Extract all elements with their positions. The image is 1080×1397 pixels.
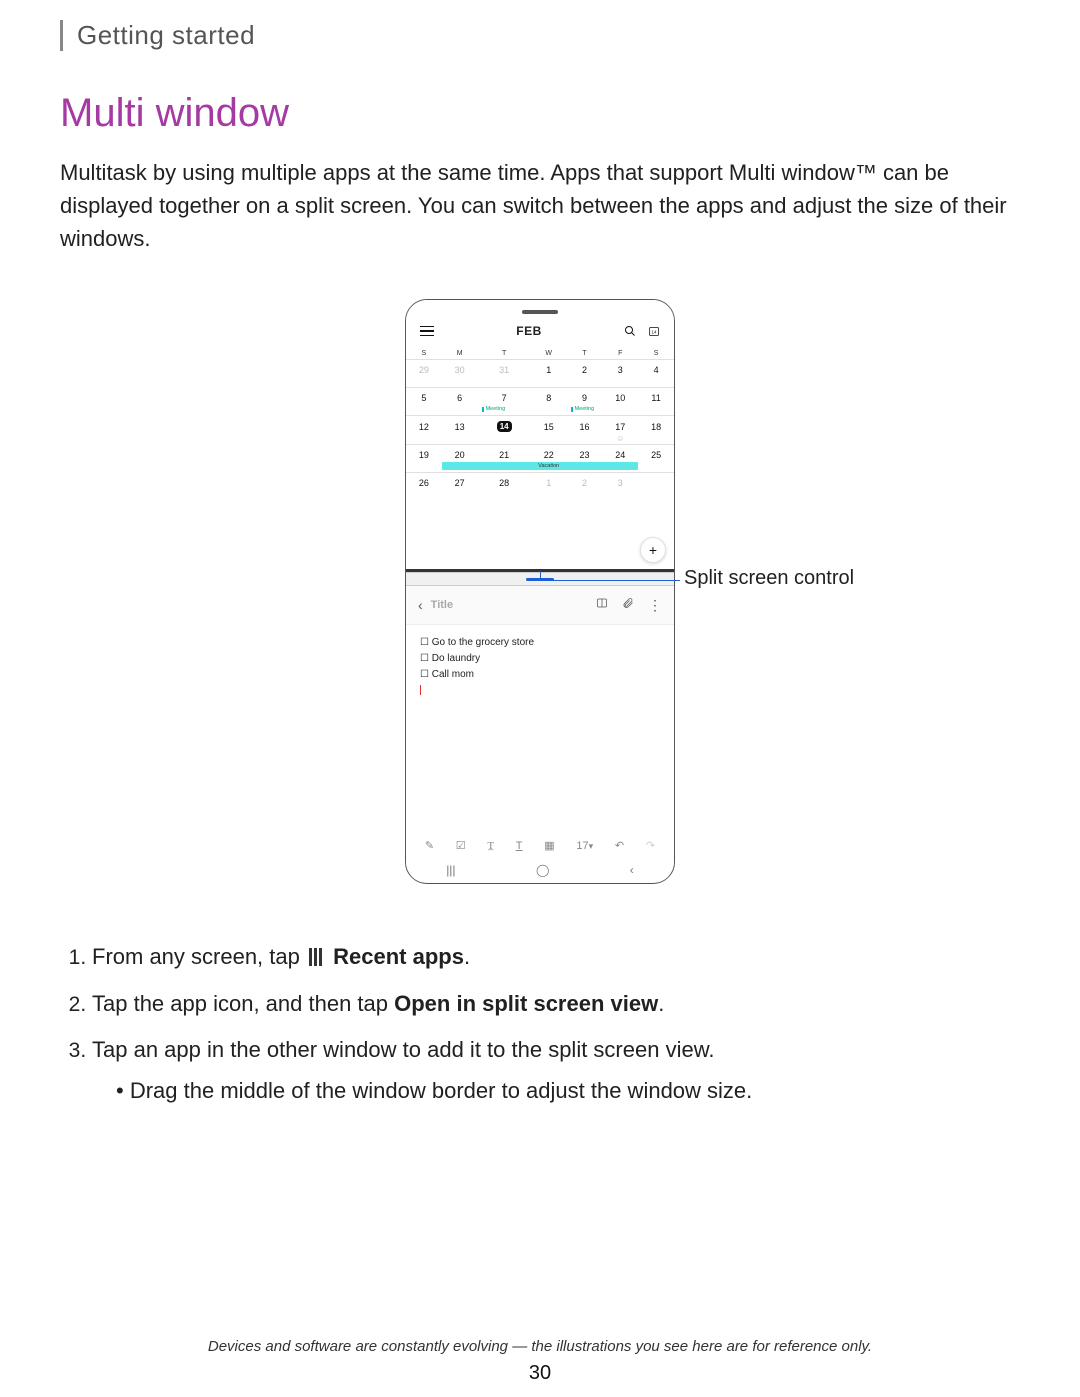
day-column-header: W [531, 348, 567, 360]
back-nav-icon[interactable]: ‹ [630, 863, 634, 877]
calendar-cell[interactable]: 30 [442, 360, 478, 388]
recent-apps-icon [309, 940, 324, 977]
calendar-cell[interactable]: 12 [406, 416, 442, 445]
search-icon[interactable] [624, 325, 636, 337]
checkbox-icon[interactable]: ☑ [456, 839, 466, 852]
day-column-header: T [567, 348, 603, 360]
todo-item[interactable]: Call mom [420, 667, 660, 683]
section-header: Getting started [60, 20, 1020, 51]
reader-icon[interactable] [596, 596, 608, 614]
calendar-cell[interactable]: 20 [442, 445, 478, 473]
menu-icon[interactable] [420, 326, 434, 337]
calendar-pane: FEB 14 SMTWTFS 2930311234567Meeting89Mee… [406, 300, 674, 572]
notes-toolbar: ✎ ☑ T̲ T ▦ 17▾ ↶ ↷ [406, 835, 674, 856]
todo-item[interactable]: Do laundry [420, 651, 660, 667]
calendar-cell[interactable]: 1 [531, 360, 567, 388]
calendar-cell[interactable] [638, 473, 674, 501]
step-1: From any screen, tap Recent apps. [92, 938, 1020, 977]
callout-line [540, 580, 680, 581]
calendar-cell[interactable]: 14 [478, 416, 531, 445]
calendar-cell[interactable]: 3 [602, 360, 638, 388]
illustration: FEB 14 SMTWTFS 2930311234567Meeting89Mee… [60, 299, 1020, 884]
more-icon[interactable]: ⋮ [648, 597, 662, 614]
note-body[interactable]: Go to the grocery storeDo laundryCall mo… [406, 625, 674, 709]
step-3-sub: Drag the middle of the window border to … [116, 1072, 1020, 1109]
nav-bar: ||| ◯ ‹ [406, 858, 674, 882]
phone-frame: FEB 14 SMTWTFS 2930311234567Meeting89Mee… [405, 299, 675, 884]
calendar-cell[interactable]: 2 [567, 360, 603, 388]
calendar-cell[interactable]: 29 [406, 360, 442, 388]
today-icon[interactable]: 14 [648, 325, 660, 337]
calendar-cell[interactable]: 6 [442, 388, 478, 416]
calendar-cell[interactable]: 19 [406, 445, 442, 473]
calendar-cell[interactable]: 27 [442, 473, 478, 501]
note-title-placeholder[interactable]: Title [431, 599, 453, 611]
calendar-cell[interactable]: 5 [406, 388, 442, 416]
footnote: Devices and software are constantly evol… [0, 1338, 1080, 1355]
calendar-cell[interactable]: 2 [567, 473, 603, 501]
calendar-cell[interactable]: 1 [531, 473, 567, 501]
home-nav-icon[interactable]: ◯ [536, 863, 549, 877]
undo-icon[interactable]: ↶ [615, 839, 624, 852]
calendar-cell[interactable]: 10 [602, 388, 638, 416]
calendar-cell[interactable]: 26 [406, 473, 442, 501]
day-column-header: S [406, 348, 442, 360]
attach-icon[interactable] [622, 596, 634, 614]
phone-notch [522, 310, 558, 314]
calendar-cell[interactable]: 31 [478, 360, 531, 388]
calendar-cell[interactable]: 16 [567, 416, 603, 445]
day-column-header: M [442, 348, 478, 360]
calendar-cell[interactable]: 13 [442, 416, 478, 445]
intro-paragraph: Multitask by using multiple apps at the … [60, 156, 1020, 255]
todo-item[interactable]: Go to the grocery store [420, 635, 660, 651]
back-icon[interactable]: ‹ [418, 597, 423, 613]
text-format-icon[interactable]: T [516, 840, 523, 852]
recents-nav-icon[interactable]: ||| [446, 863, 455, 877]
font-size-control[interactable]: 17▾ [576, 840, 593, 852]
month-label: FEB [516, 324, 542, 338]
calendar-cell[interactable]: 21 [478, 445, 531, 473]
calendar-cell[interactable]: 25 [638, 445, 674, 473]
calendar-cell[interactable]: 22Vacation [531, 445, 567, 473]
calendar-grid: SMTWTFS 2930311234567Meeting89Meeting101… [406, 348, 674, 500]
callout-split-control: Split screen control [684, 567, 854, 590]
calendar-cell[interactable]: 3 [602, 473, 638, 501]
day-column-header: S [638, 348, 674, 360]
page-number: 30 [0, 1362, 1080, 1385]
calendar-cell[interactable]: 11 [638, 388, 674, 416]
callout-connector [540, 571, 541, 580]
calendar-cell[interactable]: 7Meeting [478, 388, 531, 416]
calendar-cell[interactable]: 8 [531, 388, 567, 416]
calendar-cell[interactable]: 9Meeting [567, 388, 603, 416]
calendar-cell[interactable]: 24 [602, 445, 638, 473]
day-column-header: T [478, 348, 531, 360]
notes-pane: ‹ Title ⋮ Go to the grocery storeDo laun… [406, 586, 674, 882]
calendar-cell[interactable]: 17☺ [602, 416, 638, 445]
steps-list: From any screen, tap Recent apps. Tap th… [92, 938, 1020, 1110]
add-event-button[interactable]: + [640, 537, 666, 563]
step-3: Tap an app in the other window to add it… [92, 1031, 1020, 1110]
pen-icon[interactable]: ✎ [425, 839, 434, 852]
calendar-cell[interactable]: 4 [638, 360, 674, 388]
calendar-cell[interactable]: 18 [638, 416, 674, 445]
calendar-cell[interactable]: 28 [478, 473, 531, 501]
page-title: Multi window [60, 91, 1020, 136]
text-style-icon[interactable]: T̲ [487, 840, 494, 852]
step-2: Tap the app icon, and then tap Open in s… [92, 985, 1020, 1022]
svg-text:14: 14 [651, 330, 657, 335]
redo-icon[interactable]: ↷ [646, 839, 655, 852]
calendar-header: FEB 14 [406, 300, 674, 348]
calendar-cell[interactable]: 23 [567, 445, 603, 473]
insert-icon[interactable]: ▦ [544, 839, 554, 852]
day-column-header: F [602, 348, 638, 360]
calendar-cell[interactable]: 15 [531, 416, 567, 445]
